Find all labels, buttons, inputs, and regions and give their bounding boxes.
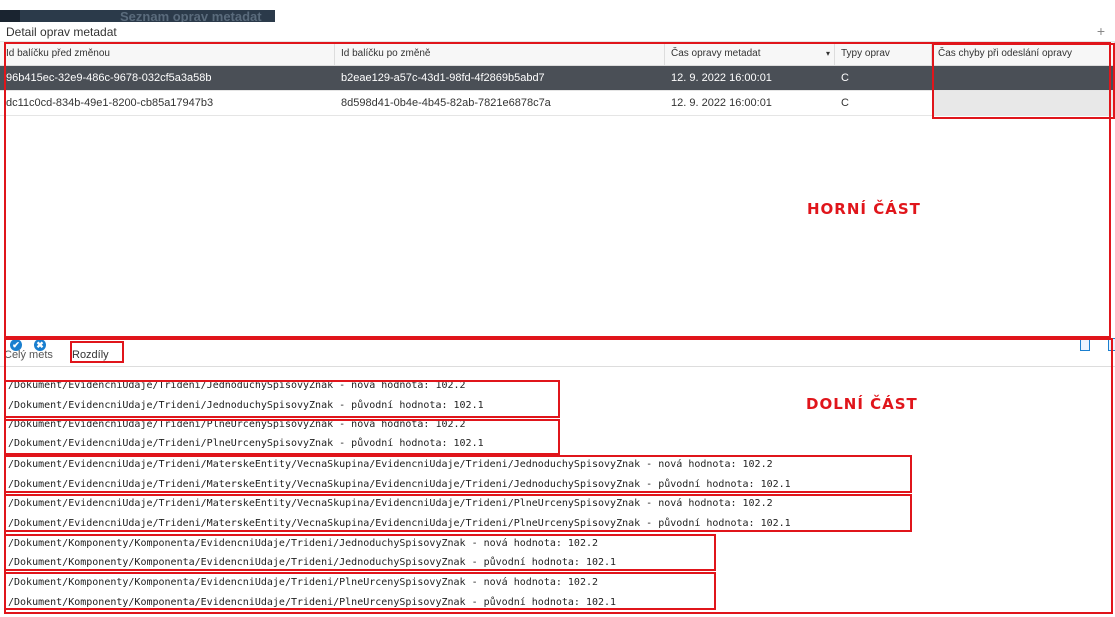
diff-line: /Dokument/EvidencniUdaje/Trideni/Jednodu… [8, 400, 484, 411]
cell-fix-time: 12. 9. 2022 16:00:01 [671, 97, 772, 109]
fixes-grid: Id balíčku před změnou Id balíčku po změ… [0, 42, 1115, 351]
column-header-error-time[interactable]: Čas chyby při odeslání opravy [932, 42, 1115, 66]
background-app-bar: Seznam oprav metadat [0, 0, 1115, 24]
cell-error-time [932, 91, 1115, 116]
sort-desc-icon: ▾ [825, 49, 830, 58]
detail-tabs: Celý mets Rozdíly [0, 345, 1115, 367]
cell-package-after: b2eae129-a57c-43d1-98fd-4f2869b5abd7 [341, 72, 545, 84]
tab-differences[interactable]: Rozdíly [72, 349, 109, 361]
lower-section-label: DOLNÍ ČÁST [806, 395, 918, 413]
cell-fix-type: C [841, 97, 849, 109]
cell-package-before: dc11c0cd-834b-49e1-8200-cb85a17947b3 [6, 97, 214, 109]
diff-line: /Dokument/EvidencniUdaje/Trideni/PlneUrc… [8, 438, 484, 449]
column-header-package-before[interactable]: Id balíčku před změnou [0, 42, 335, 66]
expand-plus-icon[interactable]: + [1097, 23, 1105, 39]
cell-package-after: 8d598d41-0b4e-4b45-82ab-7821e6878c7a [341, 97, 551, 109]
diff-line: /Dokument/EvidencniUdaje/Trideni/Matersk… [8, 459, 773, 470]
diff-line: /Dokument/EvidencniUdaje/Trideni/Jednodu… [8, 380, 466, 391]
table-row[interactable]: dc11c0cd-834b-49e1-8200-cb85a17947b3 8d5… [0, 91, 1115, 116]
differences-panel: /Dokument/EvidencniUdaje/Trideni/Jednodu… [0, 374, 1115, 614]
column-header-fix-types[interactable]: Typy oprav [835, 42, 932, 66]
cell-error-time [932, 66, 1115, 91]
cell-fix-time: 12. 9. 2022 16:00:01 [671, 72, 772, 84]
cell-package-before: 96b415ec-32e9-486c-9678-032cf5a3a58b [6, 72, 212, 84]
column-header-fix-time-label: Čas opravy metadat [671, 48, 761, 59]
diff-line: /Dokument/Komponenty/Komponenta/Evidencn… [8, 577, 599, 588]
tab-whole-mets[interactable]: Celý mets [4, 349, 53, 361]
dialog-title: Detail oprav metadat [6, 25, 117, 39]
diff-line: /Dokument/EvidencniUdaje/Trideni/Matersk… [8, 479, 791, 490]
column-header-fix-time[interactable]: Čas opravy metadat ▾ [665, 42, 835, 66]
diff-line: /Dokument/Komponenty/Komponenta/Evidencn… [8, 538, 599, 549]
diff-line: /Dokument/EvidencniUdaje/Trideni/Matersk… [8, 498, 773, 509]
column-header-package-after[interactable]: Id balíčku po změně [335, 42, 665, 66]
diff-line: /Dokument/Komponenty/Komponenta/Evidencn… [8, 557, 617, 568]
background-header-edge [0, 10, 20, 22]
dialog-header: Detail oprav metadat + [0, 22, 1115, 42]
metadata-fix-detail-dialog: Detail oprav metadat + Id balíčku před z… [0, 22, 1115, 617]
diff-line: /Dokument/EvidencniUdaje/Trideni/PlneUrc… [8, 419, 466, 430]
upper-section-label: HORNÍ ČÁST [807, 200, 921, 218]
cell-fix-type: C [841, 72, 849, 84]
grid-header: Id balíčku před změnou Id balíčku po změ… [0, 42, 1115, 66]
diff-line: /Dokument/EvidencniUdaje/Trideni/Matersk… [8, 518, 791, 529]
table-row[interactable]: 96b415ec-32e9-486c-9678-032cf5a3a58b b2e… [0, 66, 1115, 91]
diff-line: /Dokument/Komponenty/Komponenta/Evidencn… [8, 597, 617, 608]
